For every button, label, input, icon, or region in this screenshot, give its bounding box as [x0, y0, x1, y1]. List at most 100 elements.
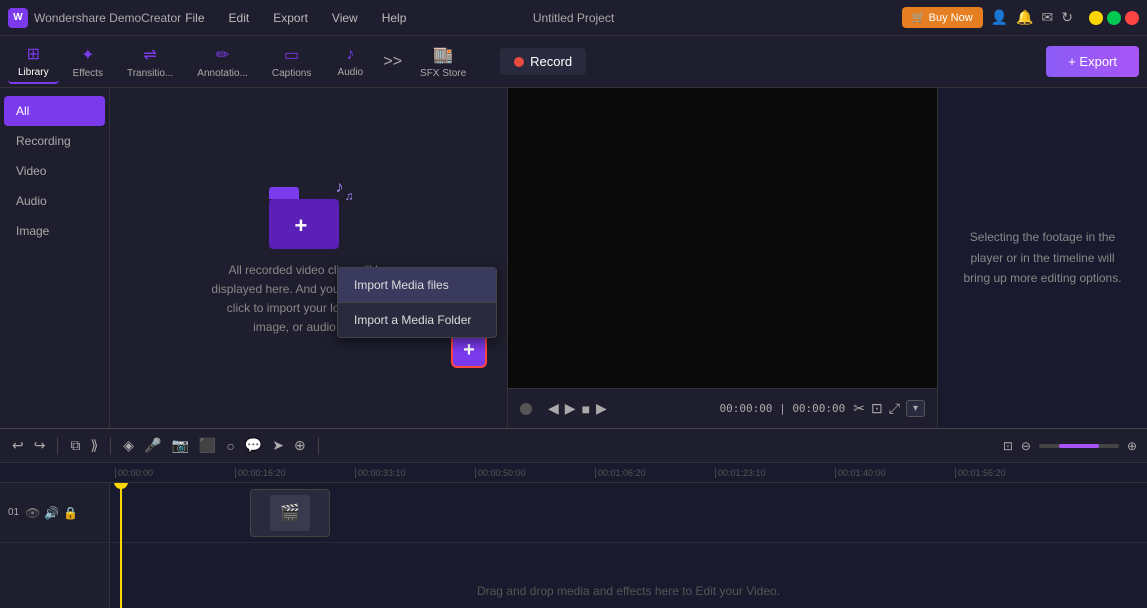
- buy-now-button[interactable]: 🛒 Buy Now: [902, 7, 983, 28]
- import-folder-button[interactable]: Import a Media Folder: [338, 303, 496, 337]
- hint-panel: Selecting the footage in the player or i…: [937, 88, 1147, 428]
- timeline-toolbar: ↩ ↪ ⧉ ⟫ ◈ 🎤 📷 ⬛ ○ 💬 ➤ ⊕ ⊡ ⊖ ⊕: [0, 429, 1147, 463]
- folder-plus-icon: +: [295, 213, 308, 239]
- track-row-1: 🎬: [110, 483, 1147, 543]
- fullscreen-icon[interactable]: ⤢: [889, 400, 900, 417]
- stop-icon[interactable]: ■: [582, 401, 590, 417]
- media-clip-1[interactable]: 🎬: [250, 489, 330, 537]
- export-button[interactable]: + Export: [1046, 46, 1139, 77]
- ruler-mark-0: 00:00:00: [115, 468, 235, 478]
- app-name: Wondershare DemoCreator: [34, 11, 181, 25]
- audio-icon: ♪: [346, 46, 354, 64]
- preview-right-icons: ✂ ⊡ ⤢ ▾: [853, 400, 925, 417]
- speech-icon[interactable]: 💬: [243, 437, 264, 454]
- camera-icon[interactable]: 📷: [169, 437, 190, 454]
- import-dropdown: Import Media files Import a Media Folder: [337, 267, 497, 338]
- refresh-icon[interactable]: ↻: [1061, 9, 1073, 26]
- preview-dropdown-button[interactable]: ▾: [906, 400, 925, 417]
- zoom-out-icon[interactable]: ⊖: [1021, 439, 1031, 453]
- circle-icon[interactable]: ○: [224, 438, 236, 454]
- tl-divider2: [110, 437, 111, 455]
- music-note2-icon: ♫: [345, 189, 354, 203]
- arrow-icon[interactable]: ➤: [270, 437, 286, 454]
- maximize-button[interactable]: [1107, 11, 1121, 25]
- forward-icon[interactable]: ⟫: [88, 437, 100, 454]
- menu-file[interactable]: File: [181, 9, 208, 27]
- zoom-slider[interactable]: [1039, 444, 1119, 448]
- zoom-in-icon[interactable]: ⊕: [1127, 439, 1137, 453]
- titlebar: W Wondershare DemoCreator File Edit Expo…: [0, 0, 1147, 36]
- timeline-cursor[interactable]: [120, 483, 122, 608]
- notification-icon[interactable]: 🔔: [1016, 9, 1033, 26]
- project-title: Untitled Project: [533, 11, 614, 25]
- sidebar-item-video[interactable]: Video: [0, 156, 109, 186]
- split-icon[interactable]: ⧉: [68, 437, 82, 454]
- sidebar-item-audio[interactable]: Audio: [0, 186, 109, 216]
- app-logo-area: W Wondershare DemoCreator: [8, 8, 181, 28]
- menu-export[interactable]: Export: [269, 9, 312, 27]
- effects-icon: ✦: [81, 45, 94, 65]
- folder-tab: [269, 187, 299, 199]
- timeline: ↩ ↪ ⧉ ⟫ ◈ 🎤 📷 ⬛ ○ 💬 ➤ ⊕ ⊡ ⊖ ⊕ 00:00:00 0…: [0, 428, 1147, 608]
- sidebar-item-image[interactable]: Image: [0, 216, 109, 246]
- menu-bar: File Edit Export View Help: [181, 9, 410, 27]
- timeline-track-labels: 01 👁 🔊 🔒: [0, 483, 110, 608]
- close-button[interactable]: [1125, 11, 1139, 25]
- main-area: All Recording Video Audio Image + ♪ ♫: [0, 88, 1147, 428]
- fit-view-icon[interactable]: ⊡: [1003, 439, 1013, 453]
- library-icon: ⊞: [27, 44, 40, 64]
- record-button[interactable]: Record: [500, 48, 586, 75]
- track-mute-icon[interactable]: 🔊: [44, 506, 59, 520]
- crop-icon[interactable]: ⊡: [871, 400, 883, 417]
- sidebar-item-recording[interactable]: Recording: [0, 126, 109, 156]
- app-logo-icon: W: [8, 8, 28, 28]
- toolbar-effects[interactable]: ✦ Effects: [63, 41, 113, 83]
- sidebar: All Recording Video Audio Image: [0, 88, 110, 428]
- redo-icon[interactable]: ↪: [32, 437, 48, 454]
- window-controls: [1089, 11, 1139, 25]
- minimize-button[interactable]: [1089, 11, 1103, 25]
- next-frame-icon[interactable]: ▶: [596, 400, 607, 417]
- menu-edit[interactable]: Edit: [225, 9, 254, 27]
- music-note1-icon: ♪: [336, 179, 344, 197]
- play-icon[interactable]: ▶: [565, 400, 576, 417]
- marker-icon[interactable]: ◈: [121, 437, 136, 454]
- track-eye-icon[interactable]: 👁: [25, 506, 40, 520]
- user-icon[interactable]: 👤: [991, 9, 1008, 26]
- ruler-mark-2: 00:00:33:10: [355, 468, 475, 478]
- toolbar-library[interactable]: ⊞ Library: [8, 40, 59, 84]
- ruler-mark-3: 00:00:50:00: [475, 468, 595, 478]
- cursor-icon[interactable]: ⬛: [197, 437, 218, 454]
- sidebar-item-all[interactable]: All: [4, 96, 105, 126]
- audio-label: Audio: [338, 67, 364, 78]
- preview-ctrl-icons: ◀ ▶ ■ ▶: [548, 400, 607, 417]
- annotations-icon: ✏: [216, 45, 229, 65]
- menu-help[interactable]: Help: [378, 9, 411, 27]
- toolbar-annotations[interactable]: ✏ Annotatio...: [187, 41, 258, 83]
- mic-icon[interactable]: 🎤: [142, 437, 163, 454]
- toolbar: ⊞ Library ✦ Effects ⇌ Transitio... ✏ Ann…: [0, 36, 1147, 88]
- title-right: 🛒 Buy Now 👤 🔔 ✉ ↻: [902, 7, 1139, 28]
- toolbar-more-button[interactable]: >>: [379, 53, 406, 71]
- toolbar-transitions[interactable]: ⇌ Transitio...: [117, 41, 183, 83]
- preview-playhead-dot: [520, 403, 532, 415]
- undo-icon[interactable]: ↩: [10, 437, 26, 454]
- mail-icon[interactable]: ✉: [1042, 9, 1054, 26]
- menu-view[interactable]: View: [328, 9, 362, 27]
- track-lock-icon[interactable]: 🔒: [63, 506, 78, 520]
- effects-label: Effects: [73, 68, 103, 79]
- prev-frame-icon[interactable]: ◀: [548, 400, 559, 417]
- preview-time: 00:00:00 | 00:00:00: [719, 402, 845, 415]
- tl-divider3: [318, 437, 319, 455]
- ruler-mark-7: 00:01:56:20: [955, 468, 1075, 478]
- ruler-mark-4: 00:01:06:20: [595, 468, 715, 478]
- hint-text: Selecting the footage in the player or i…: [958, 227, 1127, 288]
- library-label: Library: [18, 67, 49, 78]
- toolbar-sfxstore[interactable]: 🏬 SFX Store: [410, 41, 476, 83]
- scissors-icon[interactable]: ✂: [853, 400, 865, 417]
- import-files-button[interactable]: Import Media files: [338, 268, 496, 303]
- sfxstore-icon: 🏬: [433, 45, 453, 65]
- add-track-icon[interactable]: ⊕: [292, 437, 308, 454]
- toolbar-captions[interactable]: ▭ Captions: [262, 41, 321, 83]
- toolbar-audio[interactable]: ♪ Audio: [325, 42, 375, 82]
